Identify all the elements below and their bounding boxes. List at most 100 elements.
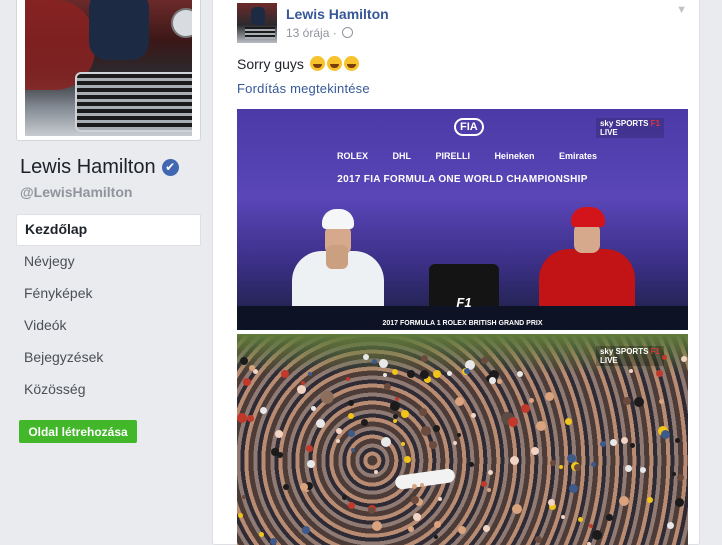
crowd-speck bbox=[361, 419, 368, 426]
crowd-speck bbox=[625, 465, 632, 472]
fia-logo: FIA bbox=[454, 118, 484, 136]
crowd-speck bbox=[372, 521, 382, 531]
sponsor-logo: ROLEX bbox=[337, 151, 369, 161]
crowd-speck bbox=[308, 372, 312, 376]
post-message: Sorry guys bbox=[237, 56, 359, 72]
crowd-speck bbox=[453, 441, 457, 445]
crowd-speck bbox=[483, 525, 490, 532]
crowd-speck bbox=[311, 406, 316, 411]
crowd-speck bbox=[434, 535, 438, 539]
crowd-speck bbox=[592, 530, 602, 540]
crowd-speck bbox=[383, 373, 387, 377]
crowd-speck bbox=[316, 419, 325, 428]
sky-sports-logo: sky SPORTS F1 LIVE bbox=[595, 118, 664, 138]
crowd-speck bbox=[348, 430, 355, 437]
broadcaster-tag: F1 bbox=[650, 347, 660, 356]
crowd-speck bbox=[346, 377, 350, 381]
crowd-speck bbox=[390, 401, 400, 411]
nav-item-videos[interactable]: Videók bbox=[16, 310, 201, 342]
crowd-speck bbox=[464, 368, 470, 374]
laughing-emoji-icon bbox=[326, 56, 342, 71]
crowd-speck bbox=[647, 497, 653, 503]
crowd-speck bbox=[591, 462, 596, 467]
crowd-speck bbox=[497, 379, 502, 384]
laughing-emoji-icon bbox=[309, 56, 325, 71]
crowd-speck bbox=[659, 399, 664, 404]
see-translation-link[interactable]: Fordítás megtekintése bbox=[237, 81, 370, 96]
broadcaster-tag: F1 bbox=[650, 119, 660, 128]
chevron-down-icon[interactable]: ▼ bbox=[676, 4, 687, 16]
crowd-speck bbox=[510, 456, 519, 465]
post-photo-press-conference[interactable]: sky SPORTS F1 LIVE FIA ROLEX DHL PIRELLI … bbox=[237, 109, 688, 330]
grand-prix-caption: 2017 FORMULA 1 ROLEX BRITISH GRAND PRIX bbox=[382, 320, 543, 327]
nav-item-community[interactable]: Közösség bbox=[16, 374, 201, 406]
crowd-speck bbox=[392, 369, 398, 375]
crowd-speck bbox=[275, 430, 283, 438]
crowd-speck bbox=[600, 441, 606, 447]
post-author-avatar[interactable] bbox=[237, 3, 277, 43]
crowd-speck bbox=[606, 514, 613, 521]
profile-picture[interactable] bbox=[16, 0, 201, 141]
crowd-speck bbox=[301, 381, 305, 385]
crowd-speck bbox=[249, 365, 255, 371]
crowd-speck bbox=[574, 464, 581, 471]
page-handle[interactable]: @LewisHamilton bbox=[20, 184, 132, 200]
crowd-speck bbox=[413, 513, 421, 521]
crowd-speck bbox=[411, 496, 419, 504]
crowd-speck bbox=[297, 385, 306, 394]
globe-icon[interactable] bbox=[342, 27, 354, 38]
crowd-speck bbox=[412, 484, 417, 489]
crowd-speck bbox=[372, 359, 377, 364]
crowd-speck bbox=[401, 442, 405, 446]
crowd-speck bbox=[569, 484, 578, 493]
laughing-emoji-icon bbox=[343, 56, 359, 71]
crowd-speck bbox=[408, 526, 414, 532]
crowd-speck bbox=[550, 460, 556, 466]
crowd-speck bbox=[240, 357, 248, 365]
crowd-speck bbox=[630, 443, 635, 448]
crowd-speck bbox=[545, 392, 554, 401]
crowd-speck bbox=[565, 418, 572, 425]
crowd-speck bbox=[434, 521, 441, 528]
crowd-speck bbox=[667, 522, 674, 529]
crowd-speck bbox=[363, 354, 369, 360]
nav-item-photos[interactable]: Fényképek bbox=[16, 278, 201, 310]
crowd-speck bbox=[536, 421, 546, 431]
crowd-speck bbox=[656, 370, 663, 377]
crowd-speck bbox=[455, 397, 464, 406]
crowd-speck bbox=[348, 413, 354, 419]
crowd-speck bbox=[447, 371, 452, 376]
post-timestamp[interactable]: 13 órája bbox=[286, 26, 329, 40]
crowd-speck bbox=[270, 538, 277, 545]
crowd-speck bbox=[277, 452, 283, 458]
crowd-speck bbox=[634, 397, 644, 407]
nav-item-home[interactable]: Kezdőlap bbox=[16, 214, 201, 246]
crowd-speck bbox=[521, 404, 530, 413]
page-name-text[interactable]: Lewis Hamilton bbox=[20, 156, 156, 178]
create-page-button[interactable]: Oldal létrehozása bbox=[19, 420, 137, 443]
crowd-speck bbox=[407, 370, 415, 378]
crowd-speck bbox=[433, 370, 441, 378]
sponsor-row: ROLEX DHL PIRELLI Heineken Emirates bbox=[337, 151, 597, 161]
crowd-speck bbox=[621, 437, 628, 444]
crowd-speck bbox=[381, 437, 391, 447]
page-title[interactable]: Lewis Hamilton ✔ bbox=[20, 156, 179, 179]
crowd-speck bbox=[481, 357, 488, 364]
broadcaster-sub: LIVE bbox=[599, 128, 618, 137]
crowd-speck bbox=[306, 445, 313, 452]
post-author-name[interactable]: Lewis Hamilton bbox=[286, 6, 389, 22]
nav-item-about[interactable]: Névjegy bbox=[16, 246, 201, 278]
crowd-speck bbox=[243, 378, 251, 386]
crowd-speck bbox=[489, 377, 496, 384]
crowd-speck bbox=[420, 370, 429, 379]
crowd-speck bbox=[348, 502, 355, 509]
crowd-speck bbox=[393, 419, 397, 423]
crowd-speck bbox=[384, 383, 391, 390]
crowd-speck bbox=[348, 400, 354, 406]
driver-right bbox=[539, 207, 635, 319]
broadcaster-name: sky SPORTS bbox=[599, 347, 649, 356]
post-photo-crowd[interactable]: sky SPORTS F1 LIVE bbox=[237, 334, 688, 545]
crowd-speck bbox=[379, 359, 388, 368]
nav-item-posts[interactable]: Bejegyzések bbox=[16, 342, 201, 374]
crowd-speck bbox=[401, 410, 409, 418]
